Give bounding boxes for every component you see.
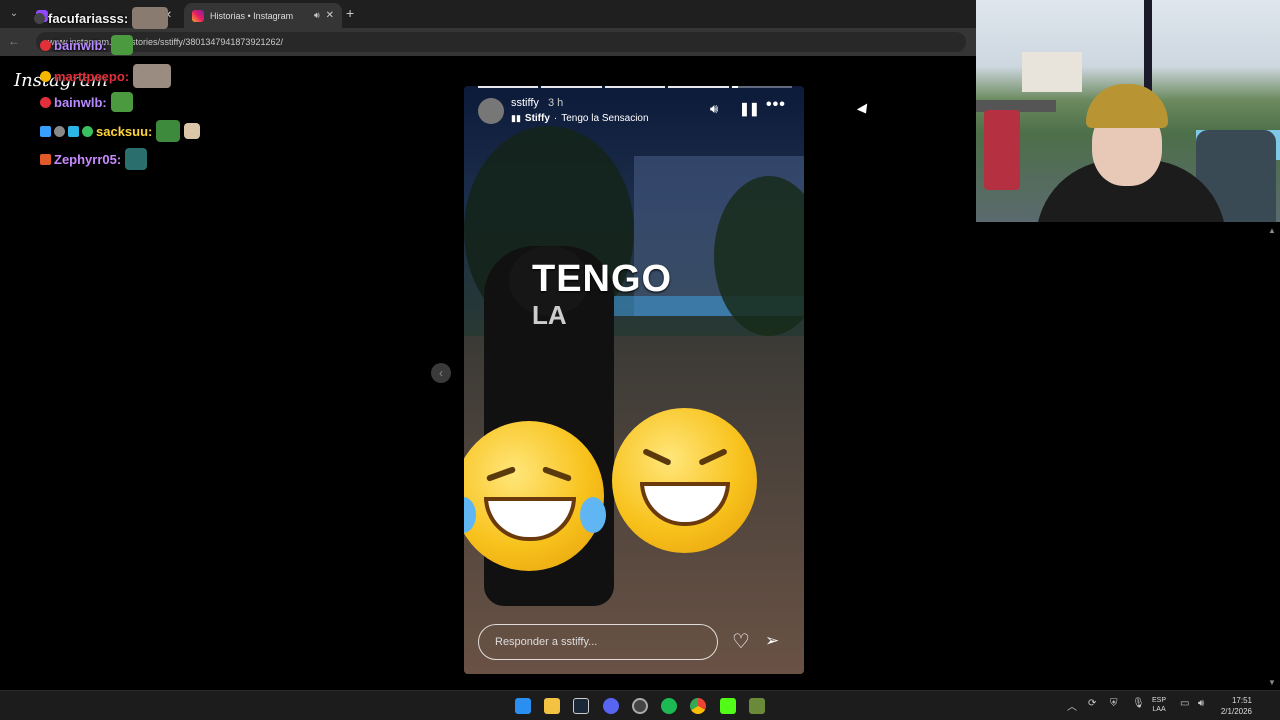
more-options-icon[interactable]: ••• — [766, 96, 786, 114]
back-arrow-icon[interactable]: ← — [8, 34, 20, 48]
frog-emote-icon — [110, 92, 133, 112]
music-bars-icon: ▮▮ — [511, 113, 521, 123]
story-progress-bar — [478, 86, 793, 88]
windows-start-icon[interactable] — [515, 698, 531, 714]
grinning-squinting-emoji-icon — [612, 408, 757, 553]
discord-icon[interactable] — [603, 698, 619, 714]
reply-input[interactable]: Responder a sstiffy... — [478, 624, 718, 660]
chat-line: bainwlb: — [40, 35, 133, 55]
chat-username: facufariasss: — [48, 10, 129, 26]
webcam-pole — [1144, 0, 1152, 100]
address-bar-row: ← www.instagram.com/stories/sstiffy/3801… — [0, 28, 976, 56]
webcam-hat — [1086, 84, 1168, 128]
avatar[interactable] — [478, 98, 504, 124]
tab-search-icon[interactable]: ⌄ — [6, 6, 22, 22]
tab-label: Historias • Instagram — [210, 10, 294, 21]
chat-badge-icon — [40, 96, 51, 108]
chat-badge-icon — [54, 125, 65, 137]
chat-username: bainwlb: — [54, 37, 107, 53]
speaker-icon[interactable]: 🔊︎ — [314, 10, 320, 21]
chat-badge-icon — [40, 153, 51, 165]
story-progress-segment — [604, 86, 666, 88]
chrome-icon[interactable] — [690, 698, 706, 714]
volume-icon[interactable]: 🔊︎ — [1198, 698, 1204, 709]
screen: ⌄ ✕ Historias • Instagram 🔊︎ ✕ + ← www.i… — [0, 0, 1280, 720]
song-artist: Stiffy — [524, 113, 550, 124]
clock[interactable]: 17:51 2/1/2026 — [1214, 695, 1252, 717]
sync-icon[interactable]: ⟳ — [1088, 698, 1096, 709]
chat-username: sacksuu: — [96, 123, 153, 139]
chat-line: facufariasss: — [34, 7, 169, 29]
instagram-favicon-icon — [192, 9, 204, 22]
new-tab-button[interactable]: + — [346, 6, 354, 20]
display-icon[interactable]: ▭ — [1180, 698, 1189, 709]
chat-emote-icon — [184, 123, 201, 139]
chat-badge-icon — [40, 70, 51, 82]
microphone-icon[interactable]: 🎙︎ — [1132, 698, 1145, 709]
chat-line: bainwlb: — [40, 92, 133, 112]
close-tab-icon[interactable]: ✕ — [326, 10, 334, 21]
heart-icon[interactable]: ♡ — [732, 629, 750, 654]
layout-label: LAA — [1152, 706, 1166, 713]
chat-badge-icon — [82, 125, 93, 137]
story-progress-segment — [541, 86, 602, 88]
spotify-icon[interactable] — [661, 698, 677, 714]
send-icon[interactable]: ➢ — [765, 631, 779, 651]
chat-line: sacksuu: — [40, 120, 201, 142]
app-icon[interactable] — [632, 698, 648, 714]
frog-emote-icon — [156, 120, 181, 142]
volume-icon[interactable]: 🔊︎ — [710, 101, 718, 117]
file-explorer-icon[interactable] — [544, 698, 560, 714]
chat-badge-icon — [40, 125, 51, 137]
story-progress-segment — [478, 86, 539, 88]
chat-username: marttpeepo: — [54, 68, 130, 84]
story-overlay-text: TENGO — [532, 258, 673, 300]
clock-date: 2/1/2026 — [1220, 707, 1252, 716]
chat-badge-icon — [34, 12, 45, 24]
chat-emote-icon — [132, 7, 169, 29]
shield-icon[interactable]: ⛨ — [1110, 698, 1118, 709]
story-overlay-text: LA — [532, 300, 567, 330]
steam-icon[interactable] — [573, 698, 589, 714]
chat-badge-icon — [40, 39, 51, 51]
story-music-label[interactable]: ▮▮ Stiffy · Tengo la Sensacion — [511, 113, 649, 124]
chat-emote-icon — [125, 148, 148, 170]
app-icon[interactable] — [749, 698, 765, 714]
chevron-up-icon[interactable]: ︿ — [1067, 698, 1077, 713]
webcam-bin — [984, 110, 1020, 190]
webcam-house — [1022, 52, 1082, 92]
story-viewer[interactable]: TENGO LA sstiffy 3 h ▮▮ Stiffy · Tengo l… — [464, 86, 804, 674]
webcam-feed — [976, 0, 1280, 222]
song-separator: · — [553, 113, 558, 124]
tab-instagram[interactable]: Historias • Instagram 🔊︎ ✕ — [184, 3, 342, 28]
previous-story-button[interactable]: ‹ — [431, 363, 451, 383]
taskbar: ︿ ⟳ ⛨ 🎙︎ ESP LAA ▭ 🔊︎ 17:51 2/1/2026 — [0, 690, 1280, 720]
scroll-down-arrow-icon[interactable]: ▼ — [1268, 678, 1276, 687]
story-username[interactable]: sstiffy — [511, 97, 539, 109]
url-input[interactable]: www.instagram.com/stories/sstiffy/380134… — [36, 32, 966, 52]
chat-username: Zephyrr05: — [54, 151, 122, 167]
clock-time: 17:51 — [1231, 696, 1252, 705]
chat-line: Zephyrr05: — [40, 148, 148, 170]
language-label: ESP — [1152, 697, 1167, 704]
kick-icon[interactable] — [720, 698, 736, 714]
pause-icon[interactable]: ❚❚ — [739, 101, 760, 117]
song-title: Tengo la Sensacion — [561, 113, 649, 124]
story-progress-segment — [668, 86, 729, 88]
scroll-up-arrow-icon[interactable]: ▲ — [1268, 226, 1276, 235]
chat-badge-icon — [68, 125, 79, 137]
story-time: 3 h — [548, 97, 564, 109]
story-progress-segment — [731, 86, 793, 88]
chat-line: marttpeepo: — [40, 64, 172, 88]
chat-emote-icon — [133, 64, 172, 88]
language-indicator[interactable]: ESP LAA — [1152, 696, 1166, 714]
chat-username: bainwlb: — [54, 94, 107, 110]
frog-emote-icon — [110, 35, 133, 55]
